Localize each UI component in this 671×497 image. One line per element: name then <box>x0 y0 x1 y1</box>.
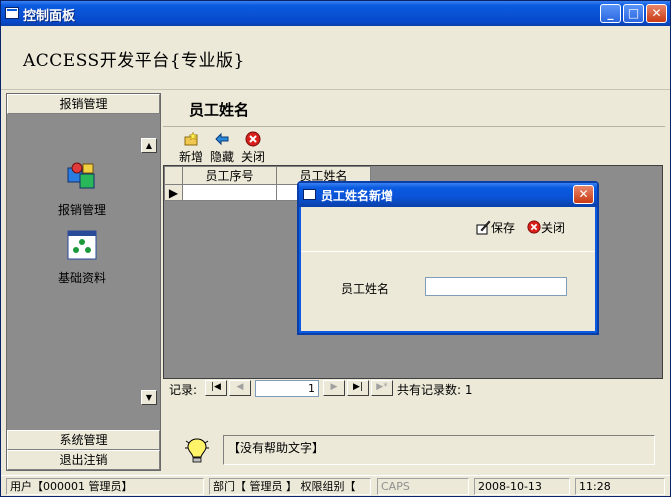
nav-section-system[interactable]: 系统管理 <box>7 430 160 450</box>
hide-button[interactable]: 隐藏 <box>210 131 234 165</box>
dialog-divider <box>301 251 595 252</box>
record-navigator: 记录: |◀ ◀ 1 ▶ ▶| ▶* 共有记录数: 1 <box>163 380 663 398</box>
close-button[interactable]: ✕ <box>646 4 667 23</box>
status-time: 11:28 <box>575 478 665 495</box>
new-record-nav-button[interactable]: ▶* <box>371 380 393 396</box>
nav-item-label: 基础资料 <box>57 271 106 285</box>
minimize-button[interactable]: _ <box>600 4 621 23</box>
nav-item-basic-data[interactable]: 基础资料 <box>37 228 127 286</box>
record-label: 记录: <box>169 383 198 397</box>
prev-record-button[interactable]: ◀ <box>229 380 251 396</box>
window-titlebar[interactable]: 控制面板 _ □ ✕ <box>1 1 670 26</box>
row-selector[interactable]: ▶ <box>164 184 183 201</box>
dialog-close-text-button[interactable]: 关闭 <box>527 219 565 236</box>
next-record-button[interactable]: ▶ <box>323 380 345 396</box>
app-header: ACCESS开发平台{专业版} <box>1 26 670 90</box>
employee-name-input[interactable] <box>425 277 567 296</box>
help-text: 【没有帮助文字】 <box>223 435 655 465</box>
window-app-icon <box>5 7 19 19</box>
dialog-close-label: 关闭 <box>541 221 566 235</box>
add-label: 新增 <box>179 150 204 164</box>
nav-item-reimbursement[interactable]: 报销管理 <box>37 160 127 218</box>
last-record-button[interactable]: ▶| <box>347 380 369 396</box>
new-record-icon <box>184 131 198 146</box>
current-record-input[interactable]: 1 <box>255 380 319 397</box>
nav-section-logout[interactable]: 退出注销 <box>7 450 160 470</box>
status-user: 用户【000001 管理员】 <box>6 478 204 495</box>
status-date: 2008-10-13 <box>474 478 570 495</box>
close-circle-icon <box>245 131 261 147</box>
close-circle-icon <box>527 220 541 234</box>
dialog-close-button[interactable]: ✕ <box>573 185 594 204</box>
app-title: ACCESS开发平台{专业版} <box>23 51 245 71</box>
scroll-down-button[interactable]: ▼ <box>141 390 157 405</box>
first-record-button[interactable]: |◀ <box>205 380 227 396</box>
maximize-button[interactable]: □ <box>623 4 644 23</box>
cell-employee-id[interactable] <box>182 184 277 201</box>
status-caps: CAPS <box>377 478 469 495</box>
form-close-button[interactable]: 关闭 <box>241 131 265 165</box>
lightbulb-icon <box>185 438 209 463</box>
status-dept: 部门【 管理员 】 权限组别【 <box>209 478 371 495</box>
status-bar: 用户【000001 管理员】 部门【 管理员 】 权限组别【 CAPS 2008… <box>1 475 670 496</box>
dialog-save-button[interactable]: 保存 <box>475 219 515 236</box>
back-arrow-icon <box>215 132 229 146</box>
record-count: 共有记录数: 1 <box>397 383 473 397</box>
column-header-employee-id[interactable]: 员工序号 <box>182 166 277 185</box>
employee-name-label: 员工姓名 <box>341 282 390 296</box>
scroll-up-button[interactable]: ▲ <box>141 138 157 153</box>
dialog-title: 员工姓名新增 <box>321 189 394 203</box>
nav-section-reimbursement[interactable]: 报销管理 <box>7 94 160 114</box>
form-title: 员工姓名 <box>189 101 250 119</box>
window-title: 控制面板 <box>23 9 76 24</box>
add-button[interactable]: 新增 <box>179 131 203 165</box>
dialog-body: 保存 关闭 员工姓名 <box>301 207 595 331</box>
dialog-titlebar[interactable]: 员工姓名新增 ✕ <box>299 183 597 207</box>
left-navigation: 报销管理 ▲ ▼ 报销管理 基础资料 系统管理 退出注销 <box>6 93 161 471</box>
reimbursement-icon <box>67 162 95 189</box>
save-pen-icon <box>476 220 491 235</box>
add-employee-dialog: 员工姓名新增 ✕ 保存 关闭 员工姓名 <box>297 181 599 335</box>
basic-data-icon <box>67 230 97 260</box>
hide-label: 隐藏 <box>210 150 235 164</box>
dialog-save-label: 保存 <box>491 221 516 235</box>
grid-corner <box>164 166 183 185</box>
nav-item-label: 报销管理 <box>57 203 106 217</box>
form-divider <box>163 126 665 127</box>
dialog-app-icon <box>303 189 316 200</box>
close-label: 关闭 <box>241 150 266 164</box>
